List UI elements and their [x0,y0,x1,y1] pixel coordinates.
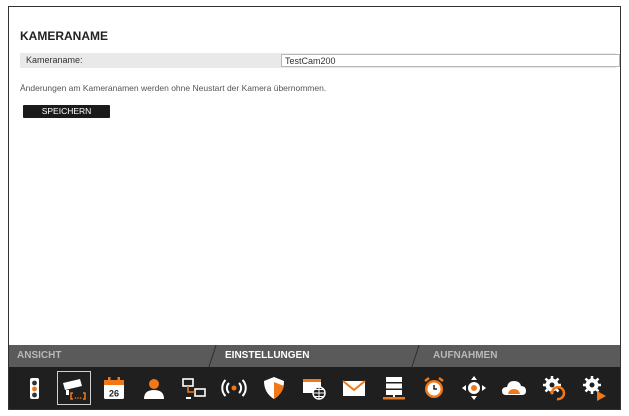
calendar-icon[interactable]: 26 [97,371,131,405]
alarm-clock-icon[interactable] [417,371,451,405]
camera-name-label: Kameraname: [26,55,83,65]
tab-divider [411,345,420,367]
user-icon[interactable] [137,371,171,405]
camera-name-row: Kameraname: [20,53,620,68]
web-icon[interactable] [297,371,331,405]
network-icon[interactable] [177,371,211,405]
mail-icon[interactable] [337,371,371,405]
camera-name-icon[interactable] [57,371,91,405]
traffic-light-icon[interactable] [17,371,51,405]
section-title: KAMERANAME [20,29,108,43]
settings-content: KAMERANAME Kameraname: Änderungen am Kam… [9,7,620,345]
main-tab-bar: ANSICHT EINSTELLUNGEN AUFNAHMEN [9,345,620,367]
server-icon[interactable] [377,371,411,405]
wireless-icon[interactable] [217,371,251,405]
tab-ansicht[interactable]: ANSICHT [17,345,61,367]
app-frame: KAMERANAME Kameraname: Änderungen am Kam… [8,6,621,410]
calendar-day-text: 26 [109,389,119,399]
tab-aufnahmen[interactable]: AUFNAHMEN [433,345,497,367]
ptz-icon[interactable] [457,371,491,405]
cloud-icon[interactable] [497,371,531,405]
settings-icon-bar: 26 [9,367,620,409]
save-button[interactable]: SPEICHERN [23,105,110,118]
shield-icon[interactable] [257,371,291,405]
settings-restore-icon[interactable] [537,371,571,405]
settings-play-icon[interactable] [577,371,611,405]
camera-name-input[interactable] [281,54,620,67]
tab-divider [208,345,217,367]
tab-einstellungen[interactable]: EINSTELLUNGEN [225,345,309,367]
hint-text: Änderungen am Kameranamen werden ohne Ne… [20,83,327,93]
